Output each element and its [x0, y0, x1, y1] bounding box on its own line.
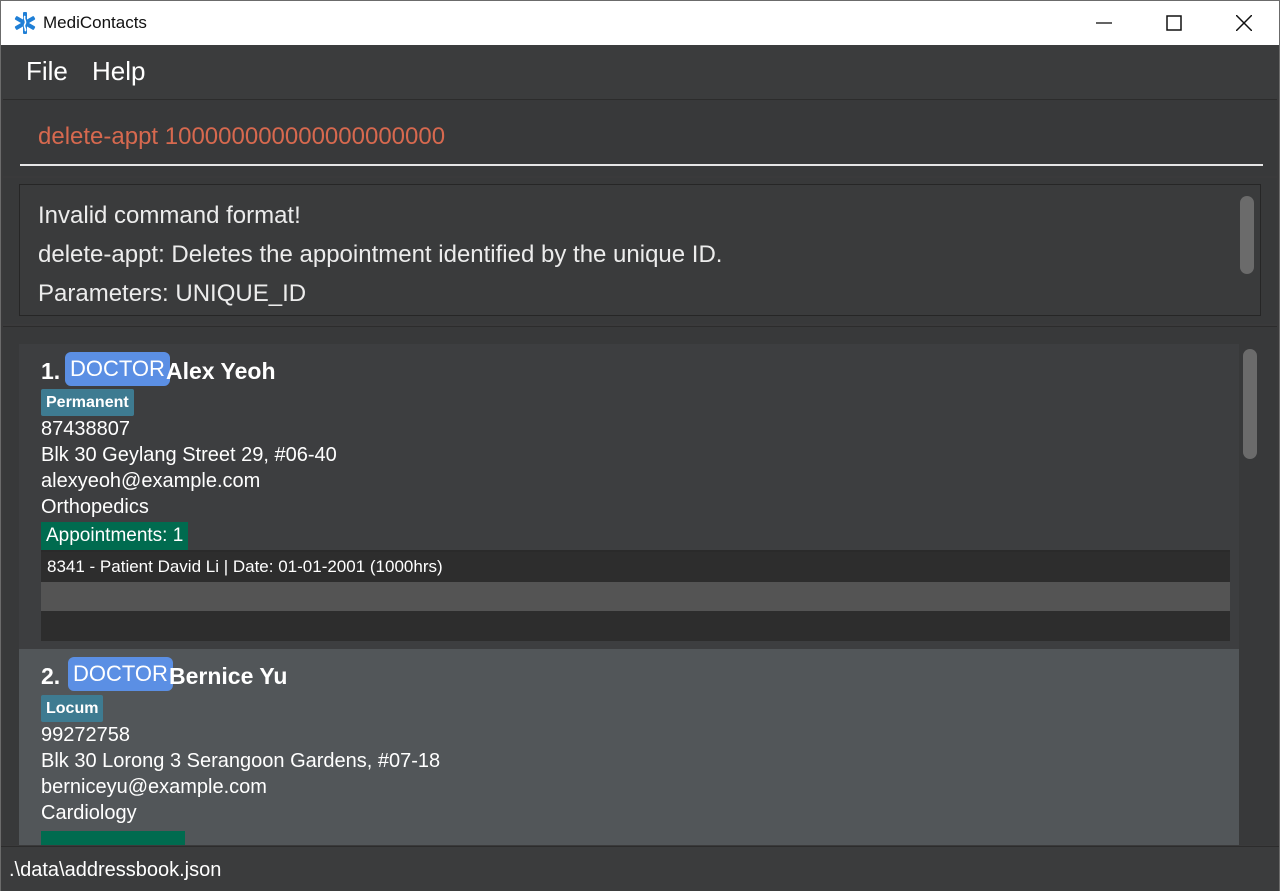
menu-help[interactable]: Help [92, 56, 145, 87]
person-name: Alex Yeoh [166, 358, 276, 384]
role-badge: DOCTOR [68, 657, 173, 691]
person-index: 1. [41, 358, 61, 384]
menu-file[interactable]: File [26, 56, 68, 87]
maximize-icon [1166, 15, 1182, 31]
role-badge: DOCTOR [65, 352, 170, 386]
title-bar[interactable]: MediContacts [1, 1, 1279, 45]
close-button[interactable] [1209, 1, 1279, 45]
tag-badge: Permanent [41, 389, 134, 416]
person-card-selected[interactable]: 2. DOCTOR Bernice Yu Locum 99272758 Blk … [19, 649, 1239, 845]
appointment-row[interactable]: 8341 - Patient David Li | Date: 01-01-20… [41, 552, 1230, 582]
person-email: alexyeoh@example.com [41, 470, 261, 492]
window-title: MediContacts [43, 13, 147, 32]
appointment-row-empty[interactable] [41, 611, 1230, 641]
list-scrollbar[interactable] [1243, 349, 1257, 459]
person-phone: 99272758 [41, 724, 130, 746]
command-input-underline [20, 164, 1263, 166]
person-index: 2. [41, 663, 61, 689]
medical-star-icon [14, 12, 36, 34]
person-phone: 87438807 [41, 418, 130, 440]
person-address: Blk 30 Lorong 3 Serangoon Gardens, #07-1… [41, 750, 441, 772]
person-name: Bernice Yu [169, 663, 288, 689]
menu-bar: File Help [1, 45, 1279, 99]
close-icon [1236, 15, 1252, 31]
appointment-row-empty[interactable] [41, 582, 1230, 612]
person-specialty: Orthopedics [41, 496, 149, 518]
save-file-path: .\data\addressbook.json [9, 859, 222, 881]
minimize-icon [1096, 22, 1112, 24]
command-panel: delete-appt 100000000000000000000 [3, 99, 1277, 176]
appointments-badge [41, 831, 185, 845]
result-display[interactable]: Invalid command format! delete-appt: Del… [19, 184, 1261, 316]
result-panel: Invalid command format! delete-appt: Del… [3, 178, 1277, 324]
person-card[interactable]: 1. DOCTOR Alex Yeoh Permanent 87438807 B… [19, 344, 1239, 649]
appointment-list[interactable]: 8341 - Patient David Li | Date: 01-01-20… [41, 550, 1230, 641]
result-line: delete-appt: Deletes the appointment ide… [38, 241, 723, 268]
status-bar: .\data\addressbook.json [1, 846, 1279, 891]
person-specialty: Cardiology [41, 802, 137, 824]
appointment-text: 8341 - Patient David Li | Date: 01-01-20… [47, 557, 443, 576]
result-line: Parameters: UNIQUE_ID [38, 280, 307, 307]
result-scrollbar[interactable] [1240, 196, 1254, 274]
maximize-button[interactable] [1139, 1, 1209, 45]
result-line: Invalid command format! [38, 202, 301, 229]
command-input[interactable]: delete-appt 100000000000000000000 [38, 123, 445, 151]
appointments-badge: Appointments: 1 [41, 522, 189, 550]
person-address: Blk 30 Geylang Street 29, #06-40 [41, 444, 337, 466]
person-email: berniceyu@example.com [41, 776, 267, 798]
tag-badge: Locum [41, 695, 104, 722]
person-list: 1. DOCTOR Alex Yeoh Permanent 87438807 B… [3, 326, 1277, 845]
minimize-button[interactable] [1069, 1, 1139, 45]
